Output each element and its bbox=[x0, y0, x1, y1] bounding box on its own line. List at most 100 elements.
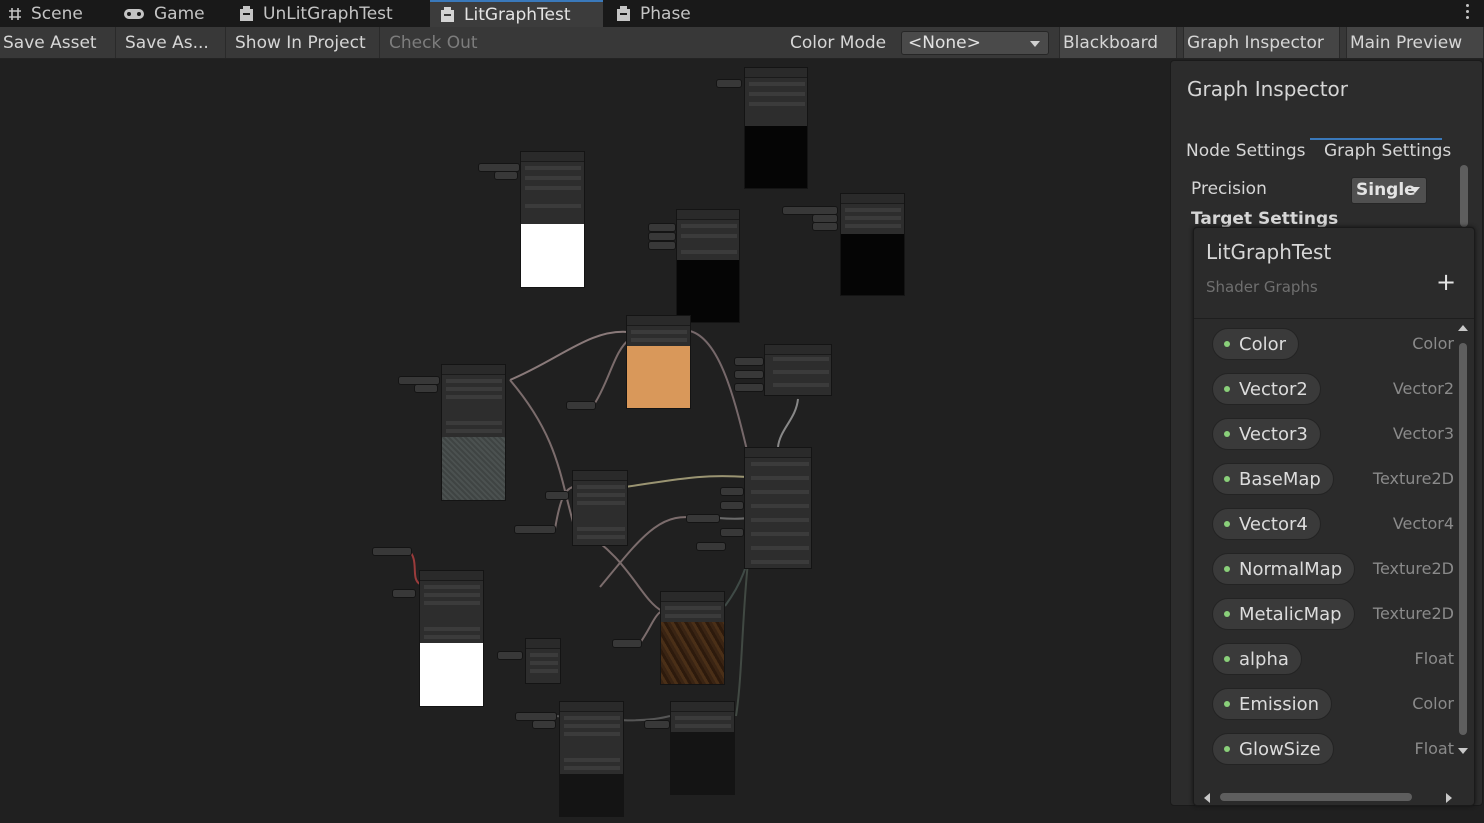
input-chip[interactable] bbox=[414, 384, 438, 393]
input-chip[interactable] bbox=[696, 542, 726, 551]
blackboard-horizontal-scrollbar[interactable] bbox=[1198, 790, 1452, 804]
input-chip[interactable] bbox=[734, 370, 764, 379]
input-chip[interactable] bbox=[566, 401, 596, 410]
blackboard-toggle-button[interactable]: Blackboard bbox=[1059, 27, 1177, 58]
inspector-scrollbar[interactable] bbox=[1457, 161, 1471, 231]
property-row[interactable]: Color Color bbox=[1212, 328, 1454, 360]
node-port[interactable] bbox=[751, 462, 809, 466]
node-port[interactable] bbox=[773, 383, 829, 387]
node-port[interactable] bbox=[845, 208, 901, 212]
graph-node[interactable] bbox=[572, 470, 628, 546]
graph-node[interactable] bbox=[764, 344, 832, 396]
property-pill[interactable]: GlowSize bbox=[1212, 733, 1334, 765]
tab-scene[interactable]: Scene bbox=[8, 0, 83, 27]
save-as-button[interactable]: Save As... bbox=[122, 27, 226, 58]
node-port[interactable] bbox=[681, 224, 737, 228]
input-chip[interactable] bbox=[812, 222, 838, 231]
node-port[interactable] bbox=[681, 250, 737, 254]
graph-node[interactable] bbox=[559, 701, 624, 817]
input-chip[interactable] bbox=[648, 241, 676, 250]
node-port[interactable] bbox=[424, 593, 480, 597]
property-pill[interactable]: Vector2 bbox=[1212, 373, 1321, 405]
node-port[interactable] bbox=[751, 490, 809, 494]
node-port[interactable] bbox=[424, 601, 480, 605]
property-pill[interactable]: Emission bbox=[1212, 688, 1333, 720]
node-port[interactable] bbox=[751, 546, 809, 550]
tab-unlitgraphtest[interactable]: UnLitGraphTest bbox=[239, 0, 393, 27]
node-port[interactable] bbox=[525, 186, 581, 190]
scroll-left-icon[interactable] bbox=[1204, 793, 1210, 803]
node-port[interactable] bbox=[577, 527, 625, 531]
input-chip[interactable] bbox=[545, 491, 569, 500]
property-row[interactable]: BaseMap Texture2D bbox=[1212, 463, 1454, 495]
scrollbar-thumb[interactable] bbox=[1220, 793, 1412, 801]
precision-dropdown[interactable]: Single bbox=[1351, 177, 1427, 204]
main-preview-toggle-button[interactable]: Main Preview bbox=[1346, 27, 1484, 58]
node-port[interactable] bbox=[631, 338, 687, 342]
color-mode-dropdown[interactable]: <None> bbox=[901, 31, 1049, 55]
scroll-right-icon[interactable] bbox=[1446, 793, 1452, 803]
save-asset-button[interactable]: Save Asset bbox=[0, 27, 116, 58]
graph-node[interactable] bbox=[419, 570, 484, 707]
property-pill[interactable]: Vector3 bbox=[1212, 418, 1321, 450]
scrollbar-thumb[interactable] bbox=[1460, 165, 1468, 227]
input-chip[interactable] bbox=[514, 525, 556, 534]
input-chip[interactable] bbox=[372, 547, 412, 556]
node-port[interactable] bbox=[525, 166, 581, 170]
input-chip[interactable] bbox=[720, 528, 744, 537]
node-port[interactable] bbox=[530, 669, 558, 673]
node-port[interactable] bbox=[446, 421, 502, 425]
more-options-icon[interactable] bbox=[1466, 4, 1470, 22]
node-port[interactable] bbox=[665, 606, 721, 610]
graph-node[interactable] bbox=[525, 638, 561, 684]
graph-node[interactable] bbox=[626, 315, 691, 409]
input-chip[interactable] bbox=[644, 720, 670, 729]
node-port[interactable] bbox=[675, 716, 731, 720]
property-row[interactable]: Vector2 Vector2 bbox=[1212, 373, 1454, 405]
graph-inspector-toggle-button[interactable]: Graph Inspector bbox=[1183, 27, 1340, 58]
property-row[interactable]: Vector4 Vector4 bbox=[1212, 508, 1454, 540]
property-row[interactable]: NormalMap Texture2D bbox=[1212, 553, 1454, 585]
tab-game[interactable]: Game bbox=[123, 0, 205, 27]
node-port[interactable] bbox=[749, 102, 805, 106]
property-row[interactable]: MetalicMap Texture2D bbox=[1212, 598, 1454, 630]
node-port[interactable] bbox=[751, 532, 809, 536]
node-port[interactable] bbox=[631, 330, 687, 334]
node-port[interactable] bbox=[525, 176, 581, 180]
node-port[interactable] bbox=[577, 501, 625, 505]
graph-node[interactable] bbox=[744, 447, 812, 569]
node-port[interactable] bbox=[751, 518, 809, 522]
property-row[interactable]: Emission Color bbox=[1212, 688, 1454, 720]
graph-node[interactable] bbox=[520, 151, 585, 288]
node-port[interactable] bbox=[681, 234, 737, 238]
node-port[interactable] bbox=[446, 379, 502, 383]
node-port[interactable] bbox=[424, 635, 480, 639]
tab-litgraphtest[interactable]: LitGraphTest bbox=[430, 0, 603, 27]
property-pill[interactable]: alpha bbox=[1212, 643, 1302, 675]
tab-node-settings[interactable]: Node Settings bbox=[1186, 141, 1306, 161]
node-port[interactable] bbox=[577, 485, 625, 489]
property-row[interactable]: Vector3 Vector3 bbox=[1212, 418, 1454, 450]
property-row[interactable]: GlowSize Float bbox=[1212, 733, 1454, 765]
input-chip[interactable] bbox=[686, 514, 720, 523]
property-pill[interactable]: Color bbox=[1212, 328, 1299, 360]
node-port[interactable] bbox=[577, 493, 625, 497]
node-port[interactable] bbox=[446, 395, 502, 399]
input-chip[interactable] bbox=[532, 720, 556, 729]
graph-node[interactable] bbox=[744, 67, 808, 189]
input-chip[interactable] bbox=[648, 223, 676, 232]
node-port[interactable] bbox=[564, 716, 620, 720]
node-port[interactable] bbox=[446, 387, 502, 391]
node-port[interactable] bbox=[530, 653, 558, 657]
scroll-down-icon[interactable] bbox=[1458, 748, 1468, 754]
input-chip[interactable] bbox=[648, 232, 676, 241]
node-port[interactable] bbox=[751, 504, 809, 508]
node-port[interactable] bbox=[446, 429, 502, 433]
node-port[interactable] bbox=[749, 82, 805, 86]
blackboard-vertical-scrollbar[interactable] bbox=[1456, 323, 1470, 778]
input-chip[interactable] bbox=[734, 357, 764, 366]
graph-node[interactable] bbox=[676, 209, 740, 323]
property-pill[interactable]: NormalMap bbox=[1212, 553, 1356, 585]
property-pill[interactable]: Vector4 bbox=[1212, 508, 1321, 540]
property-pill[interactable]: BaseMap bbox=[1212, 463, 1334, 495]
